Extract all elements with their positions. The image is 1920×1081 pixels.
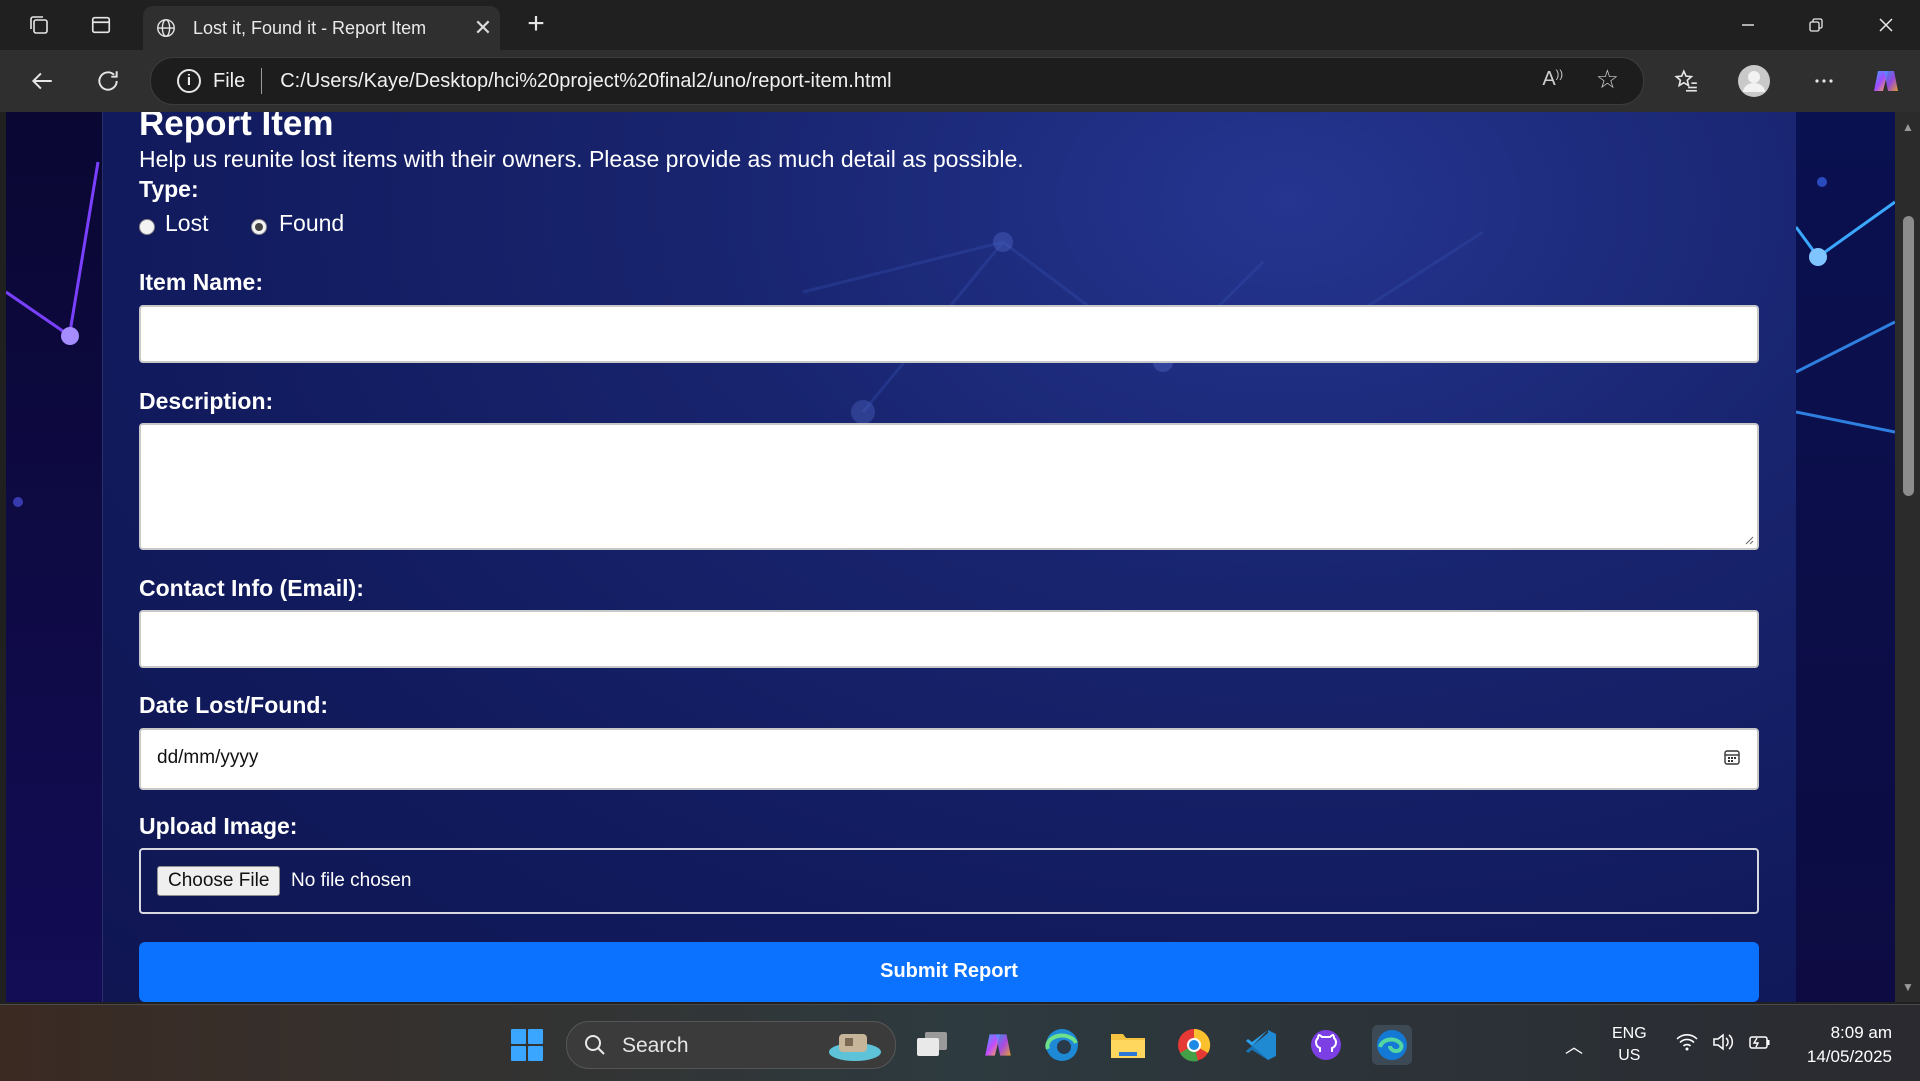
favorites-icon[interactable] [1668, 63, 1704, 99]
report-form-panel: Report Item Help us reunite lost items w… [102, 112, 1798, 1002]
windows-taskbar: Search ︿ ENG US 8:09 am 14/05/2025 [0, 1004, 1920, 1081]
type-label: Type: [139, 176, 199, 202]
tab-title: Lost it, Found it - Report Item [193, 17, 427, 38]
file-status-text: No file chosen [291, 870, 412, 891]
chrome-icon[interactable] [1174, 1025, 1214, 1065]
keyboard-region: US [1618, 1047, 1641, 1064]
refresh-icon[interactable] [90, 63, 126, 99]
scroll-thumb[interactable] [1903, 216, 1914, 496]
background-left-panel [6, 112, 102, 1002]
tab-close-icon[interactable]: ✕ [466, 15, 500, 41]
volume-icon[interactable] [1712, 1033, 1734, 1056]
back-arrow-icon[interactable] [24, 63, 60, 99]
calendar-icon[interactable] [1723, 748, 1741, 766]
address-divider [261, 68, 263, 94]
profile-avatar[interactable] [1736, 63, 1772, 99]
contact-email-input[interactable] [139, 610, 1759, 668]
favorite-star-icon[interactable]: ☆ [1596, 64, 1619, 95]
page-subtitle: Help us reunite lost items with their ow… [139, 146, 1024, 172]
description-textarea[interactable] [139, 423, 1759, 550]
scroll-down-arrow-icon[interactable]: ▼ [1902, 980, 1914, 994]
radio-lost-label[interactable]: Lost [165, 210, 208, 237]
date-input[interactable]: dd/mm/yyyy [139, 728, 1759, 790]
clock-time: 8:09 am [1830, 1023, 1892, 1042]
language-indicator[interactable]: ENG US [1612, 1023, 1647, 1067]
browser-titlebar: Lost it, Found it - Report Item ✕ + [0, 0, 1920, 50]
page-viewport: Report Item Help us reunite lost items w… [6, 112, 1895, 1002]
contact-label: Contact Info (Email): [139, 575, 364, 601]
page-scrollbar[interactable]: ▲ ▼ [1895, 112, 1920, 1002]
item-name-input[interactable] [139, 305, 1759, 363]
file-upload-field: Choose File No file chosen [139, 848, 1759, 914]
language-code: ENG [1612, 1025, 1647, 1042]
file-explorer-icon[interactable] [1108, 1025, 1148, 1065]
item-name-label: Item Name: [139, 269, 263, 295]
search-icon [585, 1035, 605, 1055]
windows-start-icon[interactable] [507, 1025, 547, 1065]
scroll-up-arrow-icon[interactable]: ▲ [1902, 120, 1914, 134]
url-scheme: File [213, 69, 246, 92]
page-title: Report Item [139, 112, 334, 143]
upload-label: Upload Image: [139, 813, 298, 839]
restore-button[interactable] [1796, 10, 1836, 40]
close-window-button[interactable] [1866, 10, 1906, 40]
task-view-icon[interactable] [912, 1025, 952, 1065]
vscode-icon[interactable] [1240, 1025, 1280, 1065]
site-info-icon[interactable]: i [177, 69, 201, 93]
globe-icon [153, 15, 179, 41]
taskbar-search-box[interactable]: Search [566, 1021, 896, 1069]
edge-dev-icon[interactable] [1042, 1025, 1082, 1065]
wifi-icon[interactable] [1676, 1033, 1698, 1056]
more-menu-icon[interactable] [1806, 63, 1842, 99]
address-bar[interactable]: i File C:/Users/Kaye/Desktop/hci%20proje… [150, 57, 1644, 105]
show-hidden-icons-chevron-icon[interactable]: ︿ [1565, 1033, 1583, 1059]
choose-file-button[interactable]: Choose File [157, 866, 281, 896]
resize-grip-icon[interactable] [1744, 535, 1754, 545]
vertical-tabs-icon[interactable] [88, 12, 114, 38]
copilot-taskbar-icon[interactable] [978, 1025, 1018, 1065]
url-text[interactable]: C:/Users/Kaye/Desktop/hci%20project%20fi… [280, 70, 891, 93]
radio-found-label[interactable]: Found [279, 210, 344, 237]
copilot-icon[interactable] [1868, 63, 1904, 99]
read-aloud-icon[interactable]: A)) [1542, 68, 1563, 91]
radio-found[interactable] [251, 219, 267, 235]
minimize-button[interactable] [1728, 10, 1768, 40]
browser-toolbar: i File C:/Users/Kaye/Desktop/hci%20proje… [0, 50, 1920, 112]
background-right-panel [1794, 112, 1895, 1002]
radio-lost[interactable] [139, 219, 155, 235]
date-placeholder: dd/mm/yyyy [157, 747, 259, 768]
active-tab[interactable]: Lost it, Found it - Report Item ✕ [143, 6, 500, 50]
edge-browser-icon[interactable] [1372, 1025, 1412, 1065]
date-label: Date Lost/Found: [139, 692, 329, 718]
search-highlight-illustration-icon [829, 1034, 881, 1061]
submit-report-button[interactable]: Submit Report [139, 942, 1759, 1002]
clock[interactable]: 8:09 am 14/05/2025 [1782, 1021, 1892, 1069]
description-label: Description: [139, 388, 274, 414]
battery-icon[interactable] [1748, 1033, 1772, 1056]
taskbar-search-label: Search [622, 1034, 689, 1057]
clock-date: 14/05/2025 [1806, 1047, 1892, 1066]
github-desktop-icon[interactable] [1306, 1025, 1346, 1065]
new-tab-button[interactable]: + [520, 8, 552, 40]
workspaces-icon[interactable] [26, 12, 52, 38]
